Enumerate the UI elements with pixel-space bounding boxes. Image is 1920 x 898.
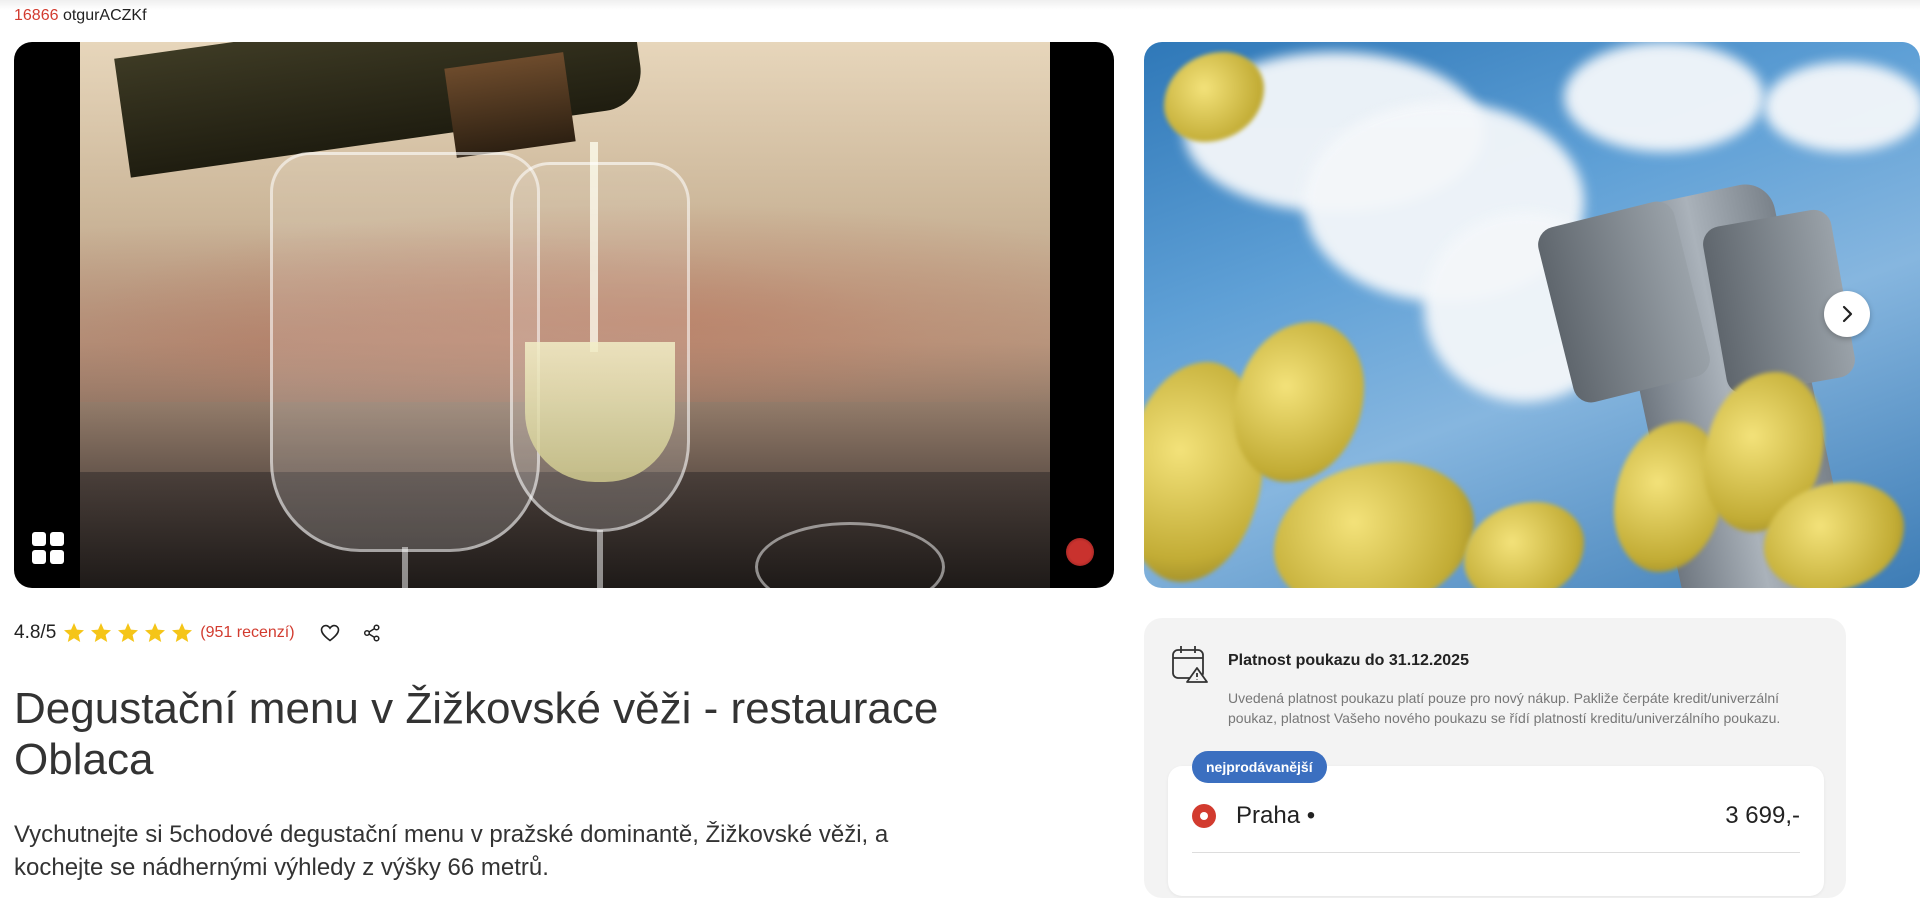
validity-note: Uvedená platnost poukazu platí pouze pro… bbox=[1228, 690, 1781, 726]
option-card[interactable]: Praha • 3 699,- bbox=[1168, 766, 1824, 896]
option-price: 3 699,- bbox=[1725, 802, 1800, 829]
share-icon bbox=[363, 624, 380, 642]
grid-icon[interactable] bbox=[32, 532, 64, 564]
product-title: Degustační menu v Žižkovské věži - resta… bbox=[14, 684, 939, 784]
option-radio[interactable] bbox=[1192, 804, 1216, 828]
star-icon bbox=[64, 623, 85, 642]
rating-row: 4.8/5 (951 recenzí) bbox=[14, 622, 401, 644]
logo-badge-icon bbox=[1066, 538, 1094, 566]
star-icon bbox=[118, 623, 139, 642]
divider bbox=[1192, 852, 1800, 853]
product-code: 16866 otgurACZKf bbox=[14, 7, 147, 25]
favorite-button[interactable] bbox=[317, 620, 343, 646]
reviews-link[interactable]: (951 recenzí) bbox=[200, 624, 294, 642]
top-bar: 16866 otgurACZKf bbox=[0, 0, 1920, 30]
option-city: Praha • bbox=[1236, 802, 1316, 829]
product-code-text: otgurACZKf bbox=[62, 7, 147, 24]
next-image-button[interactable] bbox=[1824, 291, 1870, 337]
validity-title: Platnost poukazu do 31.12.2025 bbox=[1228, 652, 1469, 669]
product-description: Vychutnejte si 5chodové degustační menu … bbox=[14, 821, 889, 881]
rating-stars bbox=[62, 621, 194, 645]
star-icon bbox=[172, 623, 193, 642]
video-tile[interactable] bbox=[14, 42, 1114, 588]
product-code-number: 16866 bbox=[14, 7, 59, 24]
chevron-right-icon bbox=[1842, 305, 1853, 323]
rating-score: 4.8/5 bbox=[14, 622, 57, 643]
share-button[interactable] bbox=[359, 620, 385, 646]
photo-tile[interactable] bbox=[1144, 42, 1920, 588]
star-icon bbox=[145, 623, 166, 642]
wine-glass bbox=[270, 152, 540, 552]
video-frame bbox=[80, 42, 1050, 588]
heart-icon bbox=[320, 624, 339, 642]
calendar-warning-icon bbox=[1172, 646, 1208, 683]
voucher-panel: Platnost poukazu do 31.12.2025 Uvedená p… bbox=[1144, 618, 1846, 898]
bestseller-badge: nejprodávanější bbox=[1192, 751, 1327, 783]
star-icon bbox=[91, 623, 112, 642]
